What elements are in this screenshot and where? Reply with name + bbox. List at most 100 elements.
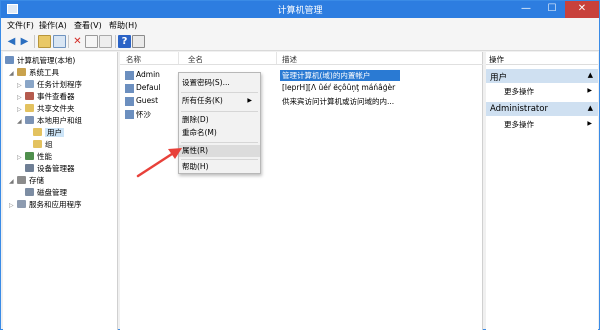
tree-item-system-tools[interactable]: ◢ 系统工具 bbox=[9, 67, 59, 78]
chevron-right-icon: ▶ bbox=[587, 87, 592, 94]
menu-bar: 文件(F) 操作(A) 查看(V) 帮助(H) bbox=[1, 18, 599, 32]
clock-icon bbox=[25, 80, 34, 88]
up-folder-icon[interactable] bbox=[38, 35, 51, 48]
collapse-icon[interactable]: ◢ bbox=[9, 68, 17, 79]
perf-icon bbox=[25, 152, 34, 160]
more-actions-label: 更多操作 bbox=[504, 120, 534, 129]
user-icon bbox=[125, 84, 134, 93]
more-actions-label: 更多操作 bbox=[504, 87, 534, 96]
tree-item-computer-management[interactable]: 计算机管理(本地) bbox=[5, 55, 75, 66]
export-list-icon[interactable] bbox=[99, 35, 112, 48]
user-icon bbox=[125, 110, 134, 119]
list-header: 名称 全名 描述 bbox=[120, 52, 483, 65]
device-icon bbox=[25, 164, 34, 172]
menu-item-set-password[interactable]: 设置密码(S)... bbox=[179, 77, 260, 89]
column-divider[interactable] bbox=[178, 52, 179, 64]
tree-item-storage[interactable]: ◢ 存储 bbox=[9, 175, 44, 186]
menu-action[interactable]: 操作(A) bbox=[39, 20, 67, 31]
actions-header: 操作 bbox=[486, 52, 598, 65]
folder-icon bbox=[25, 104, 34, 112]
expand-icon[interactable]: ▷ bbox=[17, 92, 25, 103]
expand-icon[interactable]: ▷ bbox=[9, 200, 17, 211]
expand-icon[interactable]: ▷ bbox=[17, 80, 25, 91]
properties-icon[interactable] bbox=[85, 35, 98, 48]
collapse-icon[interactable]: ◢ bbox=[17, 116, 25, 127]
maximize-button[interactable]: ☐ bbox=[539, 1, 565, 18]
tree-item-shared-folders[interactable]: ▷ 共享文件夹 bbox=[17, 103, 75, 114]
users-icon bbox=[25, 116, 34, 124]
tree-item-groups[interactable]: 组 bbox=[33, 139, 53, 150]
chevron-right-icon: ▶ bbox=[587, 120, 592, 127]
minimize-button[interactable]: — bbox=[513, 1, 539, 18]
event-icon bbox=[25, 92, 34, 100]
annotation-arrow-icon bbox=[136, 148, 182, 178]
window-title: 计算机管理 bbox=[277, 6, 323, 16]
console-icon[interactable] bbox=[132, 35, 145, 48]
menu-item-delete[interactable]: 删除(D) bbox=[179, 114, 260, 126]
show-tree-icon[interactable] bbox=[53, 35, 66, 48]
column-header-fullname[interactable]: 全名 bbox=[188, 54, 203, 65]
column-header-name[interactable]: 名称 bbox=[126, 54, 141, 65]
tree-item-disk-management[interactable]: 磁盘管理 bbox=[25, 187, 67, 198]
table-row[interactable]: 怀沙 bbox=[120, 108, 483, 120]
menu-separator bbox=[181, 111, 258, 112]
collapse-icon[interactable]: ▲ bbox=[588, 104, 593, 112]
title-bar[interactable]: 计算机管理 — ☐ ✕ bbox=[1, 1, 599, 18]
tree-item-device-manager[interactable]: 设备管理器 bbox=[25, 163, 75, 174]
more-actions-link[interactable]: 更多操作 ▶ bbox=[504, 86, 594, 98]
tree-item-services-applications[interactable]: ▷ 服务和应用程序 bbox=[9, 199, 82, 210]
tree-item-users[interactable]: 用户 bbox=[33, 127, 64, 138]
close-button[interactable]: ✕ bbox=[565, 1, 599, 18]
menu-help[interactable]: 帮助(H) bbox=[109, 20, 137, 31]
table-row[interactable]: Admin 管理计算机(域)的内置帐户 bbox=[120, 69, 483, 81]
tree-item-performance[interactable]: ▷ 性能 bbox=[17, 151, 52, 162]
tree-item-event-viewer[interactable]: ▷ 事件查看器 bbox=[17, 91, 75, 102]
expand-icon[interactable]: ▷ bbox=[17, 104, 25, 115]
actions-section-title: Administrator bbox=[490, 104, 548, 114]
menu-separator bbox=[181, 159, 258, 160]
menu-view[interactable]: 查看(V) bbox=[74, 20, 102, 31]
collapse-icon[interactable]: ◢ bbox=[9, 176, 17, 187]
toolbar-separator bbox=[115, 35, 116, 48]
delete-icon[interactable]: ✕ bbox=[71, 35, 84, 48]
toolbar-separator bbox=[68, 35, 69, 48]
navigation-tree: 计算机管理(本地) ◢ 系统工具 ▷ 任务计划程序 ▷ 事件查看器 ▷ 共享文件夹 ◢ 本… bbox=[3, 52, 118, 330]
tree-item-task-scheduler[interactable]: ▷ 任务计划程序 bbox=[17, 79, 82, 90]
table-row[interactable]: Guest 供来宾访问计算机或访问域的内... bbox=[120, 95, 483, 107]
more-actions-link[interactable]: 更多操作 ▶ bbox=[504, 119, 594, 131]
column-header-description[interactable]: 描述 bbox=[282, 54, 297, 65]
actions-pane: 操作 用户 ▲ 更多操作 ▶ Administrator ▲ 更多操作 ▶ bbox=[486, 52, 598, 330]
menu-item-all-tasks[interactable]: 所有任务(K) ▶ bbox=[179, 95, 260, 107]
actions-section-users[interactable]: 用户 ▲ bbox=[486, 69, 598, 83]
column-divider[interactable] bbox=[276, 52, 277, 64]
menu-separator bbox=[181, 92, 258, 93]
toolbar: ◀ ▶ ✕ ? bbox=[1, 32, 599, 51]
context-menu: 设置密码(S)... 所有任务(K) ▶ 删除(D) 重命名(M) 属性(R) … bbox=[178, 72, 261, 174]
menu-item-properties[interactable]: 属性(R) bbox=[179, 145, 260, 157]
services-icon bbox=[17, 200, 26, 208]
storage-icon bbox=[17, 176, 26, 184]
table-row[interactable]: Defaul [leprH][Λ ûéŕ ëçôûņţ máńâģèr bbox=[120, 82, 483, 94]
expand-icon[interactable]: ▷ bbox=[17, 152, 25, 163]
folder-icon bbox=[33, 140, 42, 148]
help-icon[interactable]: ? bbox=[118, 35, 131, 48]
forward-icon[interactable]: ▶ bbox=[18, 35, 31, 48]
chevron-right-icon: ▶ bbox=[247, 97, 252, 104]
tools-icon bbox=[17, 68, 26, 76]
menu-file[interactable]: 文件(F) bbox=[7, 20, 34, 31]
back-icon[interactable]: ◀ bbox=[5, 35, 18, 48]
user-list-pane: 名称 全名 描述 Admin 管理计算机(域)的内置帐户 Defaul [lep… bbox=[120, 52, 483, 330]
tree-item-local-users-groups[interactable]: ◢ 本地用户和组 bbox=[17, 115, 82, 126]
computer-management-window: 计算机管理 — ☐ ✕ 文件(F) 操作(A) 查看(V) 帮助(H) ◀ ▶ … bbox=[0, 0, 600, 330]
menu-item-label: 所有任务(K) bbox=[182, 96, 223, 105]
computer-icon bbox=[5, 56, 14, 64]
collapse-icon[interactable]: ▲ bbox=[588, 71, 593, 79]
menu-item-rename[interactable]: 重命名(M) bbox=[179, 127, 260, 139]
actions-section-administrator[interactable]: Administrator ▲ bbox=[486, 102, 598, 116]
toolbar-separator bbox=[34, 35, 35, 48]
user-icon bbox=[125, 97, 134, 106]
actions-section-title: 用户 bbox=[490, 73, 508, 83]
menu-item-help[interactable]: 帮助(H) bbox=[179, 161, 260, 173]
menu-separator bbox=[181, 142, 258, 143]
user-icon bbox=[125, 71, 134, 80]
